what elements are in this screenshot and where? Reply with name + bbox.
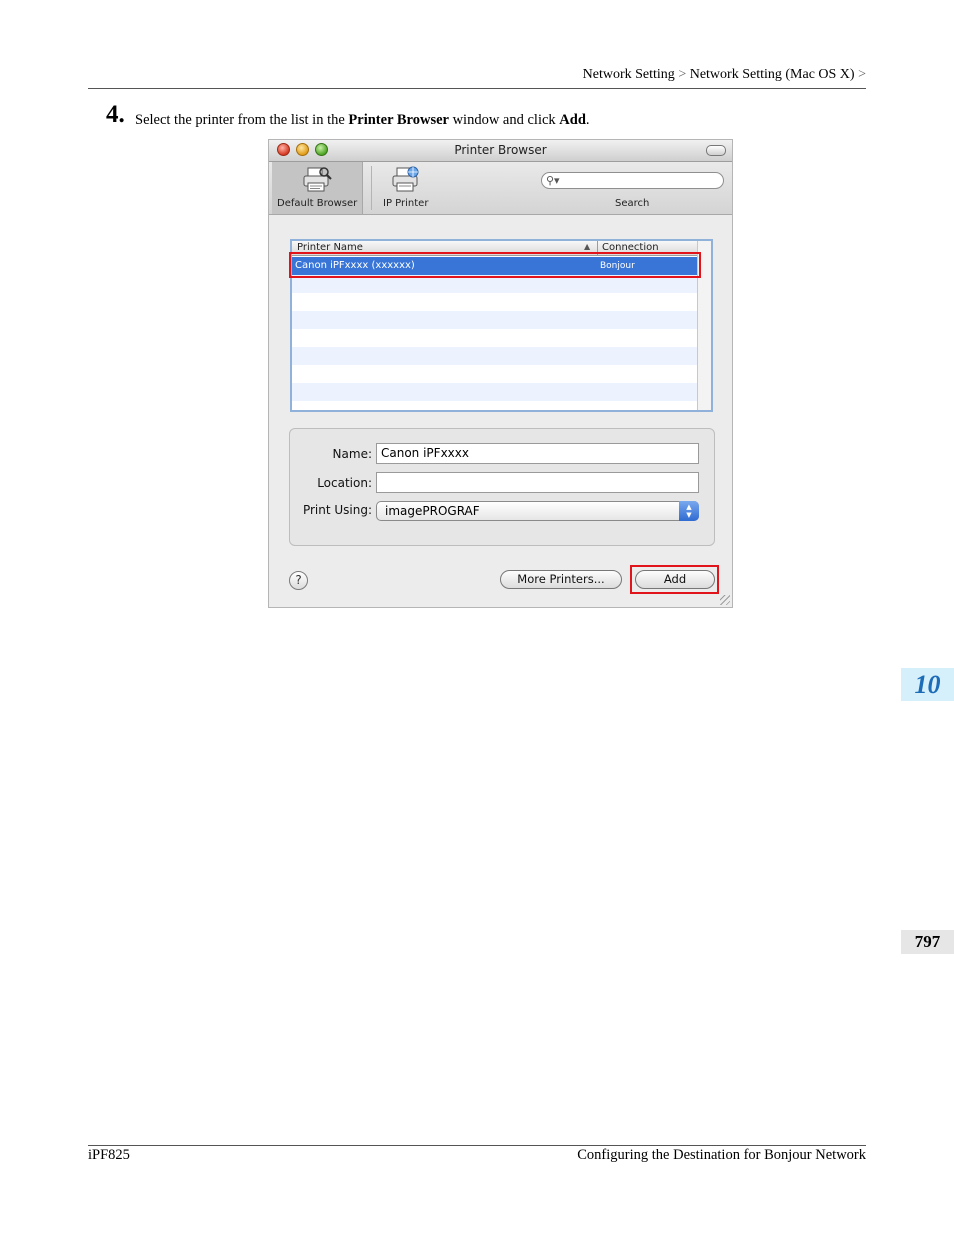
toolbar-ip-printer[interactable]: IP Printer [377, 162, 435, 214]
toolbar-label: Search [615, 198, 650, 209]
toolbar-label: IP Printer [383, 198, 429, 209]
step-text: window and click [448, 112, 560, 128]
location-field[interactable] [376, 472, 699, 493]
printer-browser-window: Printer Browser Default Browser IP Print… [268, 139, 733, 608]
highlight-box-selected-printer [289, 252, 701, 278]
more-printers-button[interactable]: More Printers... [500, 570, 622, 589]
page-number-tab: 797 [901, 930, 954, 954]
header-divider [88, 88, 866, 89]
list-item[interactable] [292, 347, 697, 365]
step-text: Select the printer from the list in the [135, 112, 349, 128]
printer-icon [303, 167, 332, 192]
breadcrumb: Network Setting > Network Setting (Mac O… [583, 67, 866, 83]
footer-model: iPF825 [88, 1147, 130, 1163]
name-label: Name: [332, 447, 372, 461]
window-title: Printer Browser [454, 143, 547, 157]
step-bold-add: Add [559, 112, 586, 128]
list-item[interactable] [292, 383, 697, 401]
window-titlebar[interactable]: Printer Browser [269, 140, 732, 162]
breadcrumb-item[interactable]: Network Setting [583, 67, 675, 82]
print-using-select[interactable]: imagePROGRAF ▲ ▼ [376, 501, 699, 521]
step-number: 4. [106, 101, 125, 128]
breadcrumb-separator: > [678, 67, 687, 82]
resize-grip-icon[interactable] [720, 595, 730, 605]
window-toolbar: Default Browser IP Printer ⚲▾ Search [269, 162, 732, 215]
highlight-box-add-button [630, 565, 719, 594]
name-field[interactable]: Canon iPFxxxx [376, 443, 699, 464]
list-item[interactable] [292, 311, 697, 329]
footer-section-title: Configuring the Destination for Bonjour … [577, 1147, 866, 1163]
help-button[interactable]: ? [289, 571, 308, 590]
step-bold-window: Printer Browser [348, 112, 449, 128]
print-using-label: Print Using: [302, 503, 372, 517]
footer-divider [88, 1145, 866, 1146]
toolbar-label: Default Browser [277, 198, 358, 209]
breadcrumb-item[interactable]: Network Setting (Mac OS X) [690, 67, 855, 82]
popup-arrows-icon: ▲ ▼ [679, 501, 699, 521]
location-label: Location: [317, 476, 372, 490]
ip-printer-icon [392, 166, 419, 192]
sort-ascending-icon: ▲ [584, 242, 591, 251]
search-icon: ⚲▾ [546, 174, 560, 187]
breadcrumb-separator: > [858, 67, 866, 82]
list-item[interactable] [292, 329, 697, 347]
toolbar-default-browser[interactable]: Default Browser [272, 162, 363, 214]
print-using-value: imagePROGRAF [385, 504, 480, 518]
chapter-tab[interactable]: 10 [901, 668, 954, 701]
step-instruction: Select the printer from the list in the … [135, 112, 590, 129]
list-item[interactable] [292, 293, 697, 311]
toolbar-divider [371, 166, 372, 210]
list-item[interactable] [292, 365, 697, 383]
toolbar-toggle-icon[interactable] [706, 145, 726, 156]
step-text: . [585, 112, 590, 128]
search-input[interactable]: ⚲▾ [541, 172, 724, 189]
printer-details-group: Name: Canon iPFxxxx Location: Print Usin… [289, 428, 715, 546]
